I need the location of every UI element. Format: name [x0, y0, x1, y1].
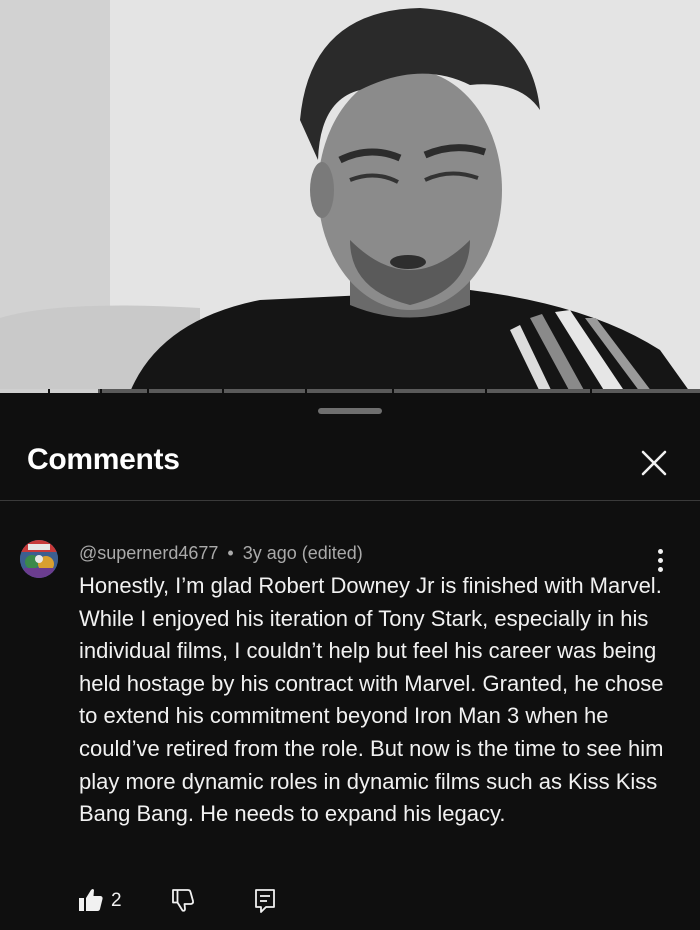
thumbs-down-icon	[172, 889, 194, 912]
thumbs-up-icon	[79, 889, 103, 911]
comment-author[interactable]: @supernerd4677	[79, 543, 218, 564]
comment-meta: @supernerd4677 • 3y ago (edited)	[79, 543, 363, 564]
comment-text: Honestly, I’m glad Robert Downey Jr is f…	[79, 573, 664, 827]
video-frame	[0, 0, 700, 392]
avatar[interactable]	[20, 540, 58, 578]
close-button[interactable]	[636, 445, 672, 481]
like-button[interactable]	[78, 887, 104, 918]
video-player[interactable]	[0, 0, 700, 392]
reply-icon	[255, 889, 275, 913]
sheet-title: Comments	[27, 443, 180, 476]
close-icon	[641, 450, 667, 476]
comment-time: 3y ago (edited)	[242, 543, 363, 563]
reply-button[interactable]	[252, 887, 278, 920]
meta-separator: •	[227, 543, 234, 563]
like-count: 2	[111, 890, 122, 911]
drag-handle[interactable]	[318, 408, 382, 414]
header-divider	[0, 500, 700, 501]
dislike-button[interactable]	[170, 887, 196, 918]
comments-sheet: Comments @supernerd4677 • 3y ago (edited…	[0, 393, 700, 930]
avatar-image-icon	[20, 540, 58, 578]
more-vert-icon	[648, 547, 672, 572]
